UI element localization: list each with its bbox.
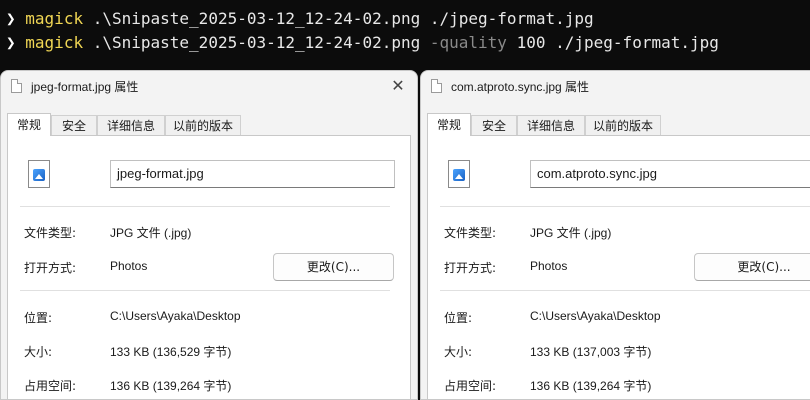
- close-icon[interactable]: ✕: [387, 75, 409, 97]
- output-path: ./jpeg-format.jpg: [555, 33, 719, 52]
- file-name-input[interactable]: com.atproto.sync.jpg: [530, 160, 810, 188]
- terminal-line: ❯ magick .\Snipaste_2025-03-12_12-24-02.…: [6, 8, 594, 30]
- dialog-title: com.atproto.sync.jpg 属性: [451, 80, 590, 94]
- disk-size-label: 占用空间:: [444, 379, 497, 393]
- command-name: magick: [25, 33, 84, 52]
- disk-size-label: 占用空间:: [24, 379, 77, 393]
- file-type-label: 文件类型:: [444, 226, 497, 240]
- tab-security[interactable]: 安全: [51, 115, 97, 135]
- divider: [20, 206, 390, 207]
- open-with-value: Photos: [530, 259, 568, 273]
- file-name-input[interactable]: jpeg-format.jpg: [110, 160, 395, 188]
- general-panel: jpeg-format.jpg 文件类型: JPG 文件 (.jpg) 打开方式…: [7, 135, 411, 399]
- file-type-label: 文件类型:: [24, 226, 77, 240]
- command-args: .\Snipaste_2025-03-12_12-24-02.png ./jpe…: [92, 9, 594, 28]
- tab-previous-versions[interactable]: 以前的版本: [165, 115, 241, 135]
- file-icon: [431, 79, 442, 93]
- tab-security[interactable]: 安全: [471, 115, 517, 135]
- size-label: 大小:: [24, 345, 53, 359]
- command-name: magick: [25, 9, 84, 28]
- prompt-chevron-icon: ❯: [6, 9, 16, 28]
- size-value: 133 KB (136,529 字节): [110, 345, 232, 359]
- divider: [440, 206, 810, 207]
- size-label: 大小:: [444, 345, 473, 359]
- disk-size-value: 136 KB (139,264 字节): [530, 379, 652, 393]
- command-args: .\Snipaste_2025-03-12_12-24-02.png: [92, 33, 421, 52]
- change-button[interactable]: 更改(C)...: [273, 253, 394, 281]
- location-value: C:\Users\Ayaka\Desktop: [530, 309, 661, 323]
- open-with-label: 打开方式:: [444, 261, 497, 275]
- dialog-title: jpeg-format.jpg 属性: [31, 80, 139, 94]
- file-icon: [11, 79, 22, 93]
- tab-general[interactable]: 常规: [7, 113, 51, 136]
- title-bar[interactable]: jpeg-format.jpg 属性 ✕: [1, 71, 417, 101]
- terminal-line: ❯ magick .\Snipaste_2025-03-12_12-24-02.…: [6, 32, 719, 54]
- file-type-value: JPG 文件 (.jpg): [110, 226, 192, 240]
- prompt-chevron-icon: ❯: [6, 33, 16, 52]
- disk-size-value: 136 KB (139,264 字节): [110, 379, 232, 393]
- flag-value: 100: [516, 33, 546, 52]
- open-with-label: 打开方式:: [24, 261, 77, 275]
- jpg-file-icon: [28, 160, 50, 188]
- divider: [20, 290, 390, 291]
- general-panel: com.atproto.sync.jpg 文件类型: JPG 文件 (.jpg)…: [427, 135, 810, 399]
- location-label: 位置:: [24, 311, 53, 325]
- jpg-file-icon: [448, 160, 470, 188]
- change-button[interactable]: 更改(C)...: [694, 253, 810, 281]
- tab-previous-versions[interactable]: 以前的版本: [585, 115, 661, 135]
- size-value: 133 KB (137,003 字节): [530, 345, 652, 359]
- file-type-value: JPG 文件 (.jpg): [530, 226, 612, 240]
- open-with-value: Photos: [110, 259, 148, 273]
- location-value: C:\Users\Ayaka\Desktop: [110, 309, 241, 323]
- terminal: ❯ magick .\Snipaste_2025-03-12_12-24-02.…: [0, 0, 810, 70]
- tab-details[interactable]: 详细信息: [97, 115, 165, 135]
- title-bar[interactable]: com.atproto.sync.jpg 属性: [421, 71, 810, 101]
- command-flag: -quality: [429, 33, 507, 52]
- divider: [440, 290, 810, 291]
- properties-dialog-right: com.atproto.sync.jpg 属性 常规 安全 详细信息 以前的版本…: [420, 70, 810, 400]
- tab-general[interactable]: 常规: [427, 113, 471, 136]
- properties-dialog-left: jpeg-format.jpg 属性 ✕ 常规 安全 详细信息 以前的版本 jp…: [0, 70, 418, 400]
- tab-details[interactable]: 详细信息: [517, 115, 585, 135]
- location-label: 位置:: [444, 311, 473, 325]
